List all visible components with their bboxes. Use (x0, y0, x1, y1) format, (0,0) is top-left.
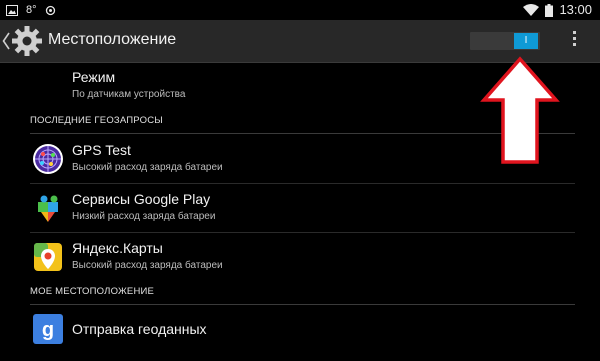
wifi-icon (523, 4, 540, 16)
image-icon (6, 4, 18, 16)
app-usage: Высокий расход заряда батареи (72, 260, 223, 271)
mode-title: Режим (72, 69, 116, 85)
my-location-row[interactable]: g Отправка геоданных (30, 307, 575, 351)
status-bar: 8° 13:00 (0, 0, 600, 20)
back-chevron-icon[interactable] (2, 32, 10, 50)
app-usage: Низкий расход заряда батареи (72, 211, 216, 222)
refresh-icon (45, 5, 55, 15)
google-play-icon (38, 195, 58, 222)
settings-gear-icon[interactable] (10, 24, 44, 58)
app-name: Яндекс.Карты (72, 240, 163, 256)
recent-app-row[interactable]: Яндекс.Карты Высокий расход заряда батар… (30, 235, 575, 279)
item-name: Отправка геоданных (72, 321, 207, 337)
app-usage: Высокий расход заряда батареи (72, 162, 223, 173)
svg-text:g: g (42, 319, 54, 341)
page-title: Местоположение (48, 31, 177, 48)
mode-setting[interactable]: Режим По датчикам устройства (72, 69, 185, 100)
toggle-thumb: I (514, 33, 538, 49)
app-name: Сервисы Google Play (72, 191, 211, 207)
mode-subtitle: По датчикам устройства (72, 89, 186, 100)
location-toggle[interactable]: I (470, 32, 540, 50)
divider (30, 183, 575, 184)
status-left: 8° (6, 3, 56, 17)
temperature-badge: 8° (26, 4, 37, 16)
clock: 13:00 (559, 2, 592, 17)
section-header-my-location: МОЕ МЕСТОПОЛОЖЕНИЕ (30, 286, 575, 305)
google-g-icon: g (33, 314, 63, 344)
app-name: GPS Test (72, 142, 131, 158)
recent-app-row[interactable]: Сервисы Google Play Низкий расход заряда… (30, 186, 575, 230)
divider (30, 232, 575, 233)
battery-icon (545, 3, 554, 17)
status-right: 13:00 (523, 2, 592, 18)
gps-test-icon (33, 144, 63, 174)
yandex-maps-icon (34, 243, 62, 271)
annotation-arrow-icon (480, 56, 560, 164)
overflow-menu-icon[interactable] (568, 31, 580, 51)
